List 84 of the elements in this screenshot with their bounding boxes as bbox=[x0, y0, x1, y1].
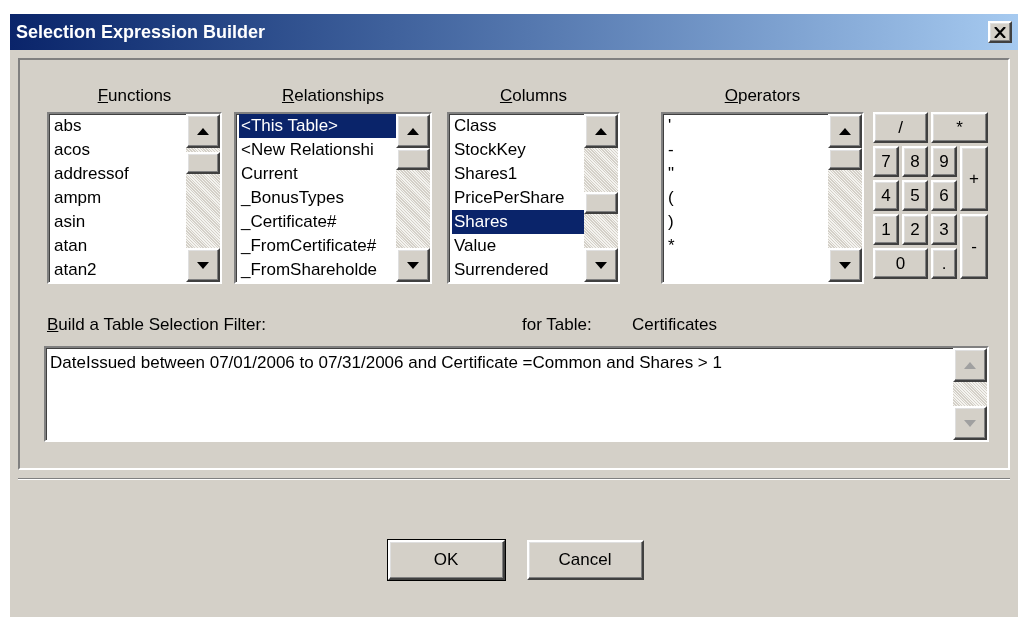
keypad-key[interactable]: 9 bbox=[931, 146, 957, 177]
list-item[interactable]: asin bbox=[52, 210, 186, 234]
list-item[interactable]: Value bbox=[452, 234, 584, 258]
scrollbar[interactable] bbox=[953, 348, 987, 440]
filter-label: Build a Table Selection Filter: bbox=[47, 314, 267, 337]
window-title: Selection Expression Builder bbox=[16, 20, 266, 44]
list-item[interactable]: StockKey bbox=[452, 138, 584, 162]
list-item[interactable]: atan bbox=[52, 234, 186, 258]
list-item[interactable]: _Certificate# bbox=[239, 210, 396, 234]
keypad-key[interactable]: 1 bbox=[873, 214, 899, 245]
scroll-down-button[interactable] bbox=[186, 248, 220, 282]
cancel-button[interactable]: Cancel bbox=[526, 540, 644, 580]
close-button[interactable] bbox=[988, 21, 1012, 43]
list-item[interactable]: ' bbox=[666, 114, 828, 138]
list-item[interactable]: atan2 bbox=[52, 258, 186, 282]
up-arrow-icon bbox=[839, 127, 851, 135]
scrollbar[interactable] bbox=[828, 114, 862, 282]
list-item[interactable]: " bbox=[666, 162, 828, 186]
up-arrow-icon bbox=[595, 127, 607, 135]
scroll-down-button[interactable] bbox=[584, 248, 618, 282]
list-item[interactable]: _FromCertificate# bbox=[239, 234, 396, 258]
keypad-key[interactable]: 5 bbox=[902, 180, 928, 211]
list-item[interactable]: <New Relationshi bbox=[239, 138, 396, 162]
down-arrow-icon bbox=[407, 261, 419, 269]
list-item[interactable]: ( bbox=[666, 186, 828, 210]
down-arrow-icon bbox=[964, 419, 976, 427]
keypad-key[interactable]: / bbox=[873, 112, 928, 143]
list-item[interactable]: PricePerShare bbox=[452, 186, 584, 210]
keypad-key[interactable]: - bbox=[960, 214, 988, 279]
scrollbar[interactable] bbox=[584, 114, 618, 282]
list-item[interactable]: - bbox=[666, 138, 828, 162]
scroll-up-button[interactable] bbox=[186, 114, 220, 148]
ok-button[interactable]: OK bbox=[387, 540, 505, 580]
scroll-thumb[interactable] bbox=[396, 148, 430, 170]
keypad-key[interactable]: 3 bbox=[931, 214, 957, 245]
scroll-up-button[interactable] bbox=[828, 114, 862, 148]
list-heading: Columns bbox=[499, 85, 568, 107]
scroll-down-button[interactable] bbox=[396, 248, 430, 282]
scrollbar[interactable] bbox=[396, 114, 430, 282]
list-item[interactable]: _FromShareholde bbox=[239, 258, 396, 282]
scrollbar[interactable] bbox=[186, 114, 220, 282]
list-item[interactable]: addressof bbox=[52, 162, 186, 186]
close-icon bbox=[994, 26, 1006, 38]
keypad-key[interactable]: 6 bbox=[931, 180, 957, 211]
list-heading: Operators bbox=[724, 85, 801, 107]
up-arrow-icon bbox=[197, 127, 209, 135]
scroll-down-button[interactable] bbox=[953, 406, 987, 440]
scroll-down-button[interactable] bbox=[828, 248, 862, 282]
list-item[interactable]: abs bbox=[52, 114, 186, 138]
down-arrow-icon bbox=[839, 261, 851, 269]
scroll-thumb[interactable] bbox=[584, 192, 618, 214]
list-item[interactable]: Shares bbox=[452, 210, 584, 234]
list-item[interactable]: <This Table> bbox=[239, 114, 396, 138]
down-arrow-icon bbox=[197, 261, 209, 269]
up-arrow-icon bbox=[964, 361, 976, 369]
list-item[interactable]: Surrendered bbox=[452, 258, 584, 282]
keypad-key[interactable]: + bbox=[960, 146, 988, 211]
list-item[interactable]: Shares1 bbox=[452, 162, 584, 186]
keypad-key[interactable]: . bbox=[931, 248, 957, 279]
table-name: Certificates bbox=[632, 314, 718, 337]
scroll-up-button[interactable] bbox=[584, 114, 618, 148]
filter-text-area[interactable]: DateIssued between 07/01/2006 to 07/31/2006 and Certificate =Common and Shares > 1 bbox=[44, 346, 989, 442]
keypad-key[interactable]: 4 bbox=[873, 180, 899, 211]
scroll-thumb[interactable] bbox=[828, 148, 862, 170]
keypad-key[interactable]: 2 bbox=[902, 214, 928, 245]
down-arrow-icon bbox=[595, 261, 607, 269]
list-item[interactable]: ) bbox=[666, 210, 828, 234]
list-item[interactable]: * bbox=[666, 234, 828, 258]
list-item[interactable]: _BonusTypes bbox=[239, 186, 396, 210]
list-item[interactable]: ampm bbox=[52, 186, 186, 210]
keypad-key[interactable]: * bbox=[931, 112, 988, 143]
scroll-up-button[interactable] bbox=[953, 348, 987, 382]
scroll-thumb[interactable] bbox=[186, 152, 220, 174]
list-heading: Relationships bbox=[281, 85, 385, 107]
table-label: for Table: bbox=[522, 314, 593, 337]
keypad-key[interactable]: 8 bbox=[902, 146, 928, 177]
list-item[interactable]: Class bbox=[452, 114, 584, 138]
keypad-key[interactable]: 7 bbox=[873, 146, 899, 177]
scroll-up-button[interactable] bbox=[396, 114, 430, 148]
keypad-key[interactable]: 0 bbox=[873, 248, 928, 279]
list-heading: Functions bbox=[97, 85, 172, 107]
list-item[interactable]: acos bbox=[52, 138, 186, 162]
up-arrow-icon bbox=[407, 127, 419, 135]
list-item[interactable]: Current bbox=[239, 162, 396, 186]
